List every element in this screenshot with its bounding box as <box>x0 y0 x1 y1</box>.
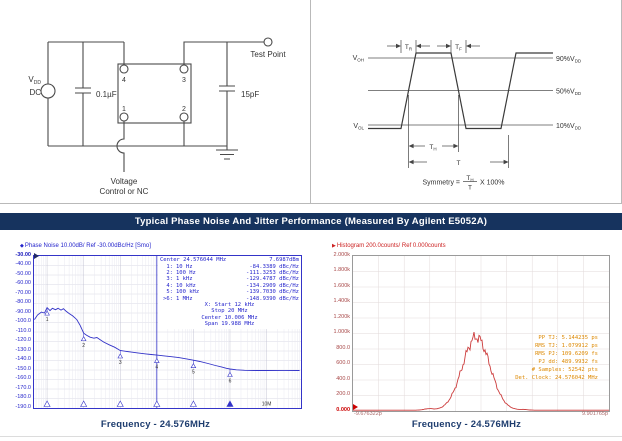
x-readout-line: Span 19.988 MHz <box>160 321 299 327</box>
axis-marker-icon <box>190 401 196 407</box>
y-tick-label: 1.400k <box>318 298 350 304</box>
tr-label: TR <box>405 44 413 52</box>
y-tick-label: 600.0 <box>318 360 350 366</box>
bypass-cap-label: 0.1µF <box>96 90 117 99</box>
y-tick-label: -160.0 <box>1 375 31 381</box>
annotation-line: RMS TJ: 1.079912 ps <box>468 342 598 350</box>
y-tick-label: -60.00 <box>1 280 31 286</box>
phase-noise-plot-header: ◆Phase Noise 10.00dB/ Ref -30.00dBc/Hz [… <box>20 243 151 249</box>
y-tick-label: 2.000k <box>318 252 350 258</box>
vol-label: VOL <box>353 123 364 131</box>
annotation-line: PP TJ: 5.144235 ps <box>468 334 598 342</box>
control-label-line1: Voltage <box>111 177 138 186</box>
axis-marker-icon <box>44 401 50 407</box>
axis-marker-icon <box>81 401 87 407</box>
y-tick-label: 0.000 <box>318 407 350 413</box>
y-tick-label: -190.0 <box>1 404 31 410</box>
test-point-label: Test Point <box>250 50 286 59</box>
y-tick-label: -90.00 <box>1 309 31 315</box>
datasheet-figure-page: VDD DC 0.1µF 15pF Test Point 4 3 1 2 Vol… <box>0 0 622 441</box>
y-tick-label: -120.0 <box>1 337 31 343</box>
circuit-wires <box>41 38 272 172</box>
histogram-xmax-label: 9.901765p <box>540 411 608 417</box>
annotation-line: # Samples: 52542 pts <box>468 366 598 374</box>
bottom-divider <box>0 436 622 437</box>
histogram-xaxis-label: Frequency - 24.576MHz <box>311 419 622 430</box>
y-tick-label: -130.0 <box>1 347 31 353</box>
trace-marker-icon: ◆ <box>20 243 24 249</box>
pin-1-label: 1 <box>122 106 126 113</box>
y-tick-label: -170.0 <box>1 385 31 391</box>
y-tick-label: 1.800k <box>318 267 350 273</box>
reference-lines <box>368 58 553 125</box>
phase-noise-plot: 1 2 3 4 5 6 10M Center 24.576044 MHz 7.6987dBm… <box>33 255 302 409</box>
histogram-plot-header: ▶Histogram 200.0counts/ Ref 0.000counts <box>332 243 446 249</box>
test-circuit-schematic: VDD DC 0.1µF 15pF Test Point 4 3 1 2 Vol… <box>0 0 310 203</box>
top-section: VDD DC 0.1µF 15pF Test Point 4 3 1 2 Vol… <box>0 0 622 204</box>
annotation-line: RMS PJ: 109.6209 fs <box>468 350 598 358</box>
measurement-lines <box>387 40 509 182</box>
y-tick-label: -100.0 <box>1 318 31 324</box>
y-tick-label: 1.600k <box>318 283 350 289</box>
trace-marker-icon: ▶ <box>332 243 336 249</box>
pin-2-label: 2 <box>182 106 186 113</box>
vdd-label: VDD <box>28 75 41 86</box>
t-label: T <box>457 160 461 167</box>
dc-label: DC <box>29 88 41 97</box>
level-90-label: 90%VDD <box>556 56 582 64</box>
y-tick-label: -70.00 <box>1 290 31 296</box>
svg-text:1: 1 <box>46 317 49 323</box>
svg-text:2: 2 <box>82 343 85 349</box>
section-banner: Typical Phase Noise And Jitter Performan… <box>0 213 622 230</box>
symmetry-numerator: TH <box>466 175 473 183</box>
histogram-xmin-label: -9.676322p <box>354 411 382 417</box>
y-tick-label: 400.0 <box>318 376 350 382</box>
y-tick-label: 200.0 <box>318 391 350 397</box>
pin-3-label: 3 <box>182 77 186 84</box>
tf-label: TF <box>455 44 462 52</box>
level-50-label: 50%VDD <box>556 89 582 97</box>
th-label: TH <box>429 144 436 152</box>
load-cap-label: 15pF <box>241 90 259 99</box>
symmetry-suffix: X 100% <box>480 180 505 187</box>
symmetry-prefix: Symmetry = <box>422 180 460 187</box>
axis-marker-icon <box>117 401 123 407</box>
y-tick-label: 800.0 <box>318 345 350 351</box>
svg-text:5: 5 <box>192 370 195 376</box>
banner-title: Typical Phase Noise And Jitter Performan… <box>135 216 487 227</box>
y-tick-label: 1.200k <box>318 314 350 320</box>
y-tick-label: 1.000k <box>318 329 350 335</box>
axis-marker-icon <box>154 401 160 407</box>
y-tick-label: -110.0 <box>1 328 31 334</box>
voh-label: VOH <box>353 55 364 63</box>
y-tick-label: -80.00 <box>1 299 31 305</box>
pin-4-label: 4 <box>122 77 126 84</box>
jitter-measurement-readout: PP TJ: 5.144235 ps RMS TJ: 1.079912 ps R… <box>468 334 598 382</box>
timing-waveform-panel: VOH VOL TR TF TH T 90%VDD 50%VDD 10%VDD … <box>311 0 622 203</box>
y-tick-label: -140.0 <box>1 356 31 362</box>
marker-row: >6:1 MHz-148.9390 dBc/Hz <box>160 296 299 302</box>
axis-marker-icon <box>227 401 233 407</box>
phase-noise-marker-readout: Center 24.576044 MHz 7.6987dBm 1:10 Hz-8… <box>158 256 301 329</box>
y-tick-label: -40.00 <box>1 261 31 267</box>
svg-text:10M: 10M <box>262 402 272 408</box>
zero-level-pointer-icon <box>353 404 358 410</box>
svg-text:3: 3 <box>119 360 122 366</box>
test-circuit-panel: VDD DC 0.1µF 15pF Test Point 4 3 1 2 Vol… <box>0 0 311 203</box>
control-label-line2: Control or NC <box>100 187 149 196</box>
symmetry-denominator: T <box>468 185 472 192</box>
y-tick-label: -50.00 <box>1 271 31 277</box>
ref-level-pointer-icon <box>34 253 39 259</box>
annotation-line: Det. Clock: 24.576042 MHz <box>468 374 598 382</box>
svg-text:4: 4 <box>155 365 158 371</box>
y-tick-label: -180.0 <box>1 394 31 400</box>
svg-text:6: 6 <box>229 378 232 384</box>
annotation-line: PJ dd: 489.9932 fs <box>468 358 598 366</box>
y-tick-label: -150.0 <box>1 366 31 372</box>
level-10-label: 10%VDD <box>556 123 582 131</box>
phase-noise-xaxis-label: Frequency - 24.576MHz <box>0 419 311 430</box>
y-tick-label: -30.00 <box>1 252 31 258</box>
timing-waveform-diagram: VOH VOL TR TF TH T 90%VDD 50%VDD 10%VDD … <box>311 0 621 203</box>
